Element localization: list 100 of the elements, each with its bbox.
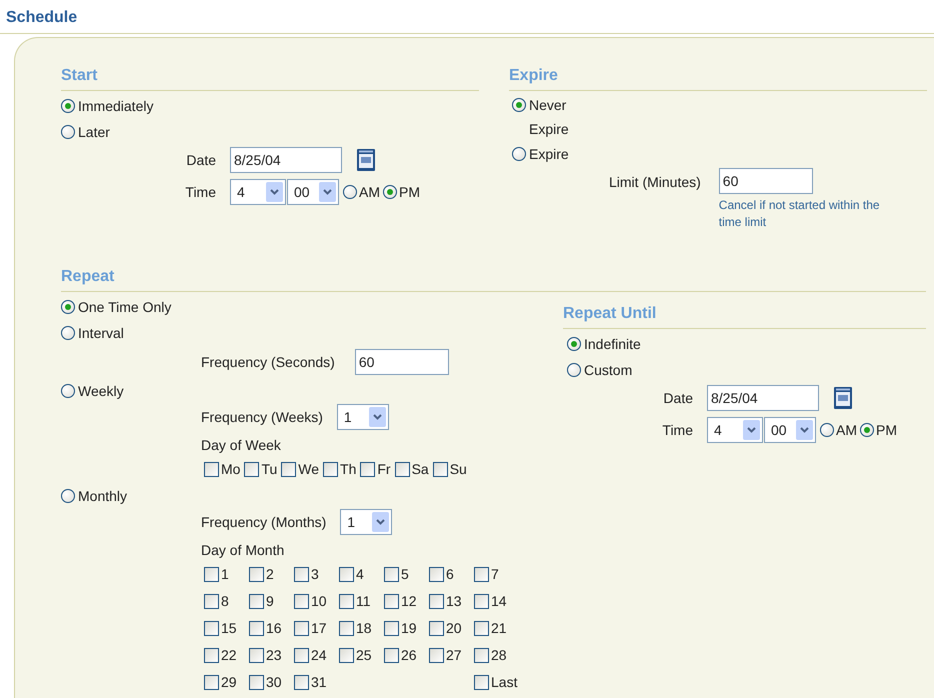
radio-button[interactable] [860,423,874,437]
minute-select[interactable]: 00 [287,179,339,205]
day-label: 21 [491,619,507,638]
checkbox[interactable] [429,567,444,582]
checkbox[interactable] [249,621,264,636]
day-label: 7 [491,565,499,584]
checkbox[interactable] [294,621,309,636]
radio-button[interactable] [567,337,581,351]
checkbox[interactable] [249,594,264,609]
checkbox[interactable] [204,675,219,690]
day-label: 12 [401,592,417,611]
field-label: Frequency (Weeks) [201,408,323,427]
checkbox[interactable] [294,594,309,609]
checkbox[interactable] [474,567,489,582]
checkbox[interactable] [204,594,219,609]
checkbox[interactable] [204,462,219,477]
section-heading: Start [61,67,98,84]
day-label: Mo [221,460,240,479]
option-label: Monthly [78,486,128,506]
checkbox[interactable] [339,567,354,582]
day-label: 3 [311,565,319,584]
checkbox[interactable] [339,621,354,636]
day-label: 25 [356,646,372,665]
radio-button[interactable] [61,326,75,340]
radio-button[interactable] [343,185,357,199]
option-label: Expire [529,144,569,164]
option-label: Interval [78,324,124,342]
radio-button[interactable] [61,125,75,139]
field-label: Date [185,150,216,170]
checkbox[interactable] [249,675,264,690]
checkbox[interactable] [384,567,399,582]
checkbox[interactable] [429,621,444,636]
field-label: Frequency (Seconds) [201,352,335,372]
day-label: 16 [266,619,282,638]
section-heading: Expire [509,67,558,84]
section-heading: Repeat [61,268,114,285]
checkbox[interactable] [339,648,354,663]
frequency-select[interactable]: 1 [340,509,392,535]
day-label: 22 [221,646,237,665]
date-field[interactable]: 8/25/04 [707,385,819,411]
option-label: Later [78,122,110,142]
radio-button[interactable] [512,98,526,112]
checkbox[interactable] [204,648,219,663]
checkbox[interactable] [281,462,296,477]
checkbox[interactable] [204,567,219,582]
field-label: Day of Month [201,541,284,560]
frequency-field[interactable]: 60 [354,349,449,375]
page-title: Schedule [6,9,78,26]
radio-button[interactable] [61,99,75,113]
day-label: 24 [311,646,327,665]
checkbox[interactable] [474,594,489,609]
checkbox[interactable] [294,648,309,663]
hint-text: Cancel if not started within the time limit [718,197,881,231]
day-label: Last [491,673,518,692]
checkbox[interactable] [394,462,410,477]
date-field[interactable]: 8/25/04 [230,147,342,173]
day-label: We [298,460,320,479]
day-label: Tu [261,460,278,479]
hour-select[interactable]: 4 [230,179,286,205]
checkbox[interactable] [384,648,399,663]
checkbox[interactable] [249,648,264,663]
option-label: Indefinite [584,334,641,354]
limit-field[interactable]: 60 [718,168,813,194]
radio-button[interactable] [820,423,834,437]
checkbox[interactable] [249,567,264,582]
checkbox[interactable] [474,675,489,690]
day-label: Fr [377,460,391,479]
checkbox[interactable] [339,594,354,609]
option-label: AM [359,182,380,202]
checkbox[interactable] [474,621,489,636]
day-label: 4 [356,565,364,584]
day-label: 31 [311,673,327,692]
checkbox[interactable] [204,621,219,636]
radio-button[interactable] [383,185,397,199]
section-heading: Repeat Until [563,305,656,322]
radio-button[interactable] [61,300,75,314]
day-label: 17 [311,619,327,638]
checkbox[interactable] [244,462,260,477]
checkbox[interactable] [360,462,376,477]
checkbox[interactable] [429,594,444,609]
checkbox[interactable] [294,567,309,582]
checkbox[interactable] [432,462,448,477]
radio-button[interactable] [512,147,526,161]
hour-select[interactable]: 4 [707,417,763,443]
checkbox[interactable] [429,648,444,663]
checkbox[interactable] [384,594,399,609]
radio-button[interactable] [61,384,75,398]
day-label: Su [450,460,467,479]
minute-select[interactable]: 00 [764,417,816,443]
checkbox[interactable] [474,648,489,663]
calendar-icon[interactable] [356,148,376,172]
field-label: Limit (Minutes) [609,172,701,192]
checkbox[interactable] [294,675,309,690]
calendar-icon[interactable] [833,386,853,410]
checkbox[interactable] [323,462,338,477]
radio-button[interactable] [567,363,581,377]
day-label: 26 [401,646,417,665]
frequency-select[interactable]: 1 [336,404,389,430]
checkbox[interactable] [384,621,399,636]
radio-button[interactable] [61,489,75,503]
